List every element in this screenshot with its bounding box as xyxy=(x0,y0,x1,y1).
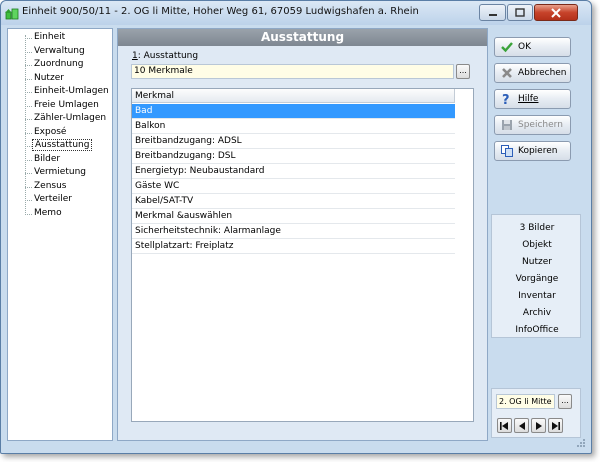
list-item[interactable]: Kabel/SAT-TV xyxy=(132,194,455,209)
copy-icon xyxy=(501,145,513,157)
list-item[interactable]: Balkon xyxy=(132,119,455,134)
list-item[interactable]: Merkmal &auswählen xyxy=(132,209,455,224)
close-button[interactable] xyxy=(534,4,578,21)
record-browse-button[interactable]: ... xyxy=(558,394,572,409)
tree-item[interactable]: Einheit xyxy=(32,31,67,44)
resize-grip-icon[interactable] xyxy=(576,438,586,448)
ausstattung-browse-button[interactable]: ... xyxy=(456,64,470,79)
tree-item[interactable]: Freie Umlagen xyxy=(32,99,101,112)
last-record-button[interactable] xyxy=(548,418,563,433)
tree-branch-line xyxy=(25,92,32,93)
tree-branch-line xyxy=(25,119,32,120)
save-label: Speichern xyxy=(518,120,563,130)
help-question-icon: ? xyxy=(502,93,510,105)
help-label: Hilfe xyxy=(518,94,539,104)
tree-item[interactable]: Verteiler xyxy=(32,193,74,206)
copy-button[interactable]: Kopieren xyxy=(494,141,571,161)
maximize-icon xyxy=(515,8,525,17)
tree-branch-line xyxy=(25,159,32,161)
maximize-button[interactable] xyxy=(507,4,533,21)
related-link[interactable]: Inventar xyxy=(492,291,582,301)
list-item[interactable]: Sicherheitstechnik: Alarmanlage xyxy=(132,224,455,239)
tree-branch-line xyxy=(25,105,32,107)
close-icon xyxy=(551,7,561,18)
tree-branch-line xyxy=(25,186,32,188)
tree-item[interactable]: Zuordnung xyxy=(32,58,85,71)
related-link[interactable]: 3 Bilder xyxy=(492,223,582,233)
list-item[interactable]: Bad xyxy=(132,104,455,119)
navigation-tree: Einheit Verwaltung Zuordnung Nutzer Einheit-… xyxy=(7,28,113,441)
next-record-button[interactable] xyxy=(531,418,546,433)
copy-label: Kopieren xyxy=(518,146,558,156)
tree-branch-line xyxy=(25,173,32,174)
tree-item[interactable]: Vermietung xyxy=(32,166,88,179)
tree-branch-line xyxy=(25,78,32,80)
ausstattung-field[interactable]: 10 Merkmale xyxy=(131,64,454,79)
merkmal-list[interactable]: Merkmal Bad Balkon Breitbandzugang: ADSL Br… xyxy=(131,88,474,422)
tree-branch-line xyxy=(25,65,32,66)
tree-connector-line xyxy=(25,35,26,215)
list-item[interactable]: Energietyp: Neubaustandard xyxy=(132,164,455,179)
tree-branch-line xyxy=(25,146,32,147)
svg-text:?: ? xyxy=(502,93,510,105)
first-record-button[interactable] xyxy=(497,418,512,433)
ok-label: OK xyxy=(518,42,531,52)
tree-item[interactable]: Bilder xyxy=(32,153,62,166)
list-item[interactable]: Breitbandzugang: ADSL xyxy=(132,134,455,149)
client-area: Einheit Verwaltung Zuordnung Nutzer Einheit-… xyxy=(7,28,586,448)
related-link[interactable]: Objekt xyxy=(492,240,582,250)
merkmal-column-header[interactable]: Merkmal xyxy=(132,89,455,103)
list-item[interactable]: Stellplatzart: Freiplatz xyxy=(132,239,455,254)
related-link[interactable]: Vorgänge xyxy=(492,274,582,284)
minimize-icon xyxy=(488,13,497,16)
title-bar[interactable]: Einheit 900/50/11 - 2. OG li Mitte, Hohe… xyxy=(1,1,591,25)
previous-record-button[interactable] xyxy=(514,418,529,433)
record-navigator: 2. OG li Mitte ... xyxy=(491,388,581,438)
tree-item[interactable]: Verwaltung xyxy=(32,45,87,58)
previous-record-icon xyxy=(518,421,525,430)
related-links-box: 3 Bilder Objekt Nutzer Vorgänge Inventar Arch… xyxy=(491,214,581,338)
tree-item[interactable]: Ausstattung xyxy=(32,139,93,152)
ausstattung-field-label: 1: Ausstattung xyxy=(132,51,199,61)
floppy-disk-icon xyxy=(502,120,512,130)
save-button[interactable]: Speichern xyxy=(494,115,571,135)
tree-branch-line xyxy=(25,213,32,215)
ausstattung-panel: Ausstattung 1: Ausstattung 10 Merkmale .… xyxy=(117,28,488,441)
first-record-icon xyxy=(500,421,508,430)
app-house-icon xyxy=(5,8,19,20)
tree-branch-line xyxy=(25,38,32,39)
tree-branch-line xyxy=(25,51,32,53)
last-record-icon xyxy=(552,421,560,430)
related-link[interactable]: InfoOffice xyxy=(492,325,582,335)
ok-button[interactable]: OK xyxy=(494,37,571,57)
minimize-button[interactable] xyxy=(479,4,506,21)
tree-branch-line xyxy=(25,200,32,201)
window-title: Einheit 900/50/11 - 2. OG li Mitte, Hohe… xyxy=(22,6,419,17)
list-item[interactable]: Breitbandzugang: DSL xyxy=(132,149,455,164)
panel-title: Ausstattung xyxy=(118,29,487,46)
tree-item[interactable]: Zensus xyxy=(32,180,69,193)
tree-item[interactable]: Zähler-Umlagen xyxy=(32,112,108,125)
tree-item[interactable]: Einheit-Umlagen xyxy=(32,85,111,98)
main-window: Einheit 900/50/11 - 2. OG li Mitte, Hohe… xyxy=(0,0,592,454)
related-link[interactable]: Nutzer xyxy=(492,257,582,267)
help-button[interactable]: ? Hilfe xyxy=(494,89,571,109)
cancel-x-icon xyxy=(502,68,512,78)
cancel-button[interactable]: Abbrechen xyxy=(494,63,571,83)
tree-branch-line xyxy=(25,132,32,134)
tree-item[interactable]: Nutzer xyxy=(32,72,66,85)
cancel-label: Abbrechen xyxy=(518,68,567,78)
list-item[interactable]: Gäste WC xyxy=(132,179,455,194)
next-record-icon xyxy=(535,421,542,430)
tree-item[interactable]: Exposé xyxy=(32,126,68,139)
related-link[interactable]: Archiv xyxy=(492,308,582,318)
current-record-field[interactable]: 2. OG li Mitte xyxy=(496,394,555,409)
tree-item[interactable]: Memo xyxy=(32,207,64,220)
checkmark-icon xyxy=(501,42,513,53)
